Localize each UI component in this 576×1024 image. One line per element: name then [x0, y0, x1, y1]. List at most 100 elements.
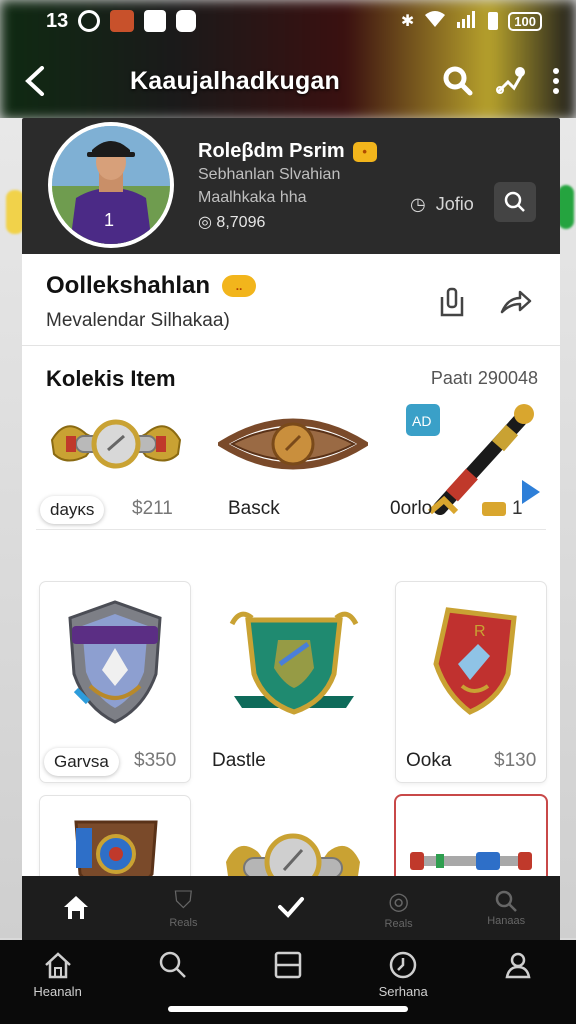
- item-tag[interactable]: Garvsa: [44, 748, 119, 776]
- home-icon: [63, 896, 88, 919]
- profile-line-2: Maalhkaka hha: [198, 189, 307, 206]
- nav-label: Serhana: [378, 984, 428, 999]
- profile-line-1: Sebhanlan Slvahian: [198, 166, 341, 183]
- back-arrow-icon: [25, 66, 44, 96]
- verified-badge-icon: •: [352, 141, 377, 162]
- back-button[interactable]: [0, 48, 70, 114]
- items-row: dayĸs $211 Basck AD 0orlo 1: [36, 400, 546, 530]
- tab-hanaas[interactable]: Hanaas: [461, 876, 551, 940]
- list-item[interactable]: Basck: [212, 400, 382, 530]
- window-icon: [274, 951, 302, 979]
- collection-subtitle: Mevalendar Silhakaa): [46, 310, 230, 331]
- stat-icon: ◎: [198, 214, 212, 231]
- items-header: Kolekis Item Paatı 290048: [22, 346, 560, 400]
- wifi-icon: [424, 10, 446, 33]
- tab-reals[interactable]: ⛉ Reals: [138, 876, 228, 940]
- clock-icon: [389, 951, 417, 979]
- profile-stat-value: 8,7096: [216, 214, 266, 231]
- cart-icon: ⛉: [174, 887, 193, 914]
- svg-text:1: 1: [104, 210, 114, 230]
- nav-window[interactable]: [243, 950, 333, 984]
- share-collection-button[interactable]: [496, 282, 536, 322]
- avatar-photo: 1: [52, 126, 170, 244]
- item-price: $211: [132, 498, 173, 519]
- nav-profile[interactable]: [473, 950, 563, 984]
- tab-label: Reals: [169, 917, 198, 929]
- items-count: Paatı 290048: [430, 368, 538, 388]
- search-icon: [443, 66, 473, 96]
- profile-search-button[interactable]: [494, 182, 536, 222]
- grid-item[interactable]: Dastle: [208, 582, 359, 782]
- tab-label: Reals: [384, 917, 413, 930]
- purple-shield-crest-icon: [68, 600, 162, 724]
- search-button[interactable]: [432, 55, 484, 107]
- search-icon: [504, 191, 525, 212]
- item-tag[interactable]: dayĸs: [40, 496, 105, 524]
- more-vertical-icon: [553, 68, 559, 94]
- profile-info-label: Jofio: [435, 194, 474, 214]
- tab-check[interactable]: [246, 876, 336, 940]
- item-price: $130: [494, 750, 537, 771]
- metal-rod-icon: [410, 852, 532, 870]
- profile-info-link[interactable]: ◷ Jofio: [410, 194, 474, 215]
- app-notification-icon: [110, 10, 135, 32]
- coin-icon: [482, 502, 506, 516]
- signal-bars-icon: [456, 10, 478, 33]
- nav-home[interactable]: Heanaln: [13, 950, 103, 999]
- item-name: Dastle: [212, 750, 266, 771]
- tab-home[interactable]: [31, 876, 121, 940]
- item-name: Basck: [228, 498, 280, 519]
- list-item[interactable]: dayĸs $211: [36, 400, 206, 530]
- search-icon: [495, 890, 518, 912]
- profile-icon: [505, 952, 531, 979]
- app-bar: Kaaujalhadkugan: [0, 48, 576, 114]
- gallery-notification-icon: [144, 10, 167, 32]
- background-right-panel: [558, 118, 576, 938]
- app-title: Kaaujalhadkugan: [130, 66, 340, 95]
- medal-icon: ◎: [388, 887, 410, 915]
- status-time: 13: [46, 9, 69, 32]
- item-price: $350: [134, 750, 177, 771]
- profile-header: 1 Roleβdm Psrim • Sebhanlan Slvahian Maa…: [22, 118, 560, 254]
- home-outline-icon: [44, 952, 71, 979]
- nav-serhana[interactable]: Serhana: [358, 950, 448, 999]
- bookmark-button[interactable]: [432, 282, 472, 322]
- background-green-tab: [558, 185, 574, 229]
- bronze-eye-amulet-icon: [218, 418, 368, 470]
- list-item[interactable]: AD 0orlo 1: [390, 400, 560, 530]
- nav-search[interactable]: [128, 950, 218, 984]
- profile-stat: ◎ 8,7096: [198, 212, 265, 232]
- share-arrow-icon: [500, 290, 532, 314]
- collection-header: Oollekshahlan .. Mevalendar Silhakaa): [22, 254, 560, 346]
- item-name: 0orlo: [390, 498, 433, 519]
- more-button[interactable]: [536, 55, 576, 107]
- item-name: Ooka: [406, 750, 452, 771]
- check-icon: [277, 897, 304, 918]
- battery-level-icon: [488, 12, 499, 30]
- collection-title-row: Oollekshahlan ..: [46, 272, 257, 300]
- items-title: Kolekis Item: [46, 366, 176, 391]
- screen: 13 ✱ 100 Kaaujalhadkugan 1 Roleβdm Psrim…: [0, 0, 576, 1024]
- home-indicator[interactable]: [168, 1006, 408, 1012]
- grid-item[interactable]: Garvsa $350: [40, 582, 190, 782]
- status-bar: 13 ✱ 100: [0, 0, 576, 42]
- avatar[interactable]: 1: [48, 122, 174, 248]
- message-notification-icon: [176, 10, 197, 32]
- tab-label: Hanaas: [487, 915, 526, 927]
- share-icon: [496, 67, 525, 94]
- green-gold-emblem-icon: [229, 611, 359, 715]
- item-price: 1: [512, 498, 523, 519]
- collection-title: Oollekshahlan: [46, 272, 211, 299]
- grid-item[interactable]: R Ooka $130: [396, 582, 546, 782]
- collection-badge: ..: [222, 275, 257, 297]
- nav-label: Heanaln: [33, 984, 82, 999]
- dialog-tab-bar: ⛉ Reals ◎ Reals Hanaas: [22, 876, 560, 940]
- share-button[interactable]: [484, 55, 536, 107]
- notification-circle-icon: [78, 10, 101, 32]
- tab-reals-medal[interactable]: ◎ Reals: [354, 876, 444, 940]
- battery-percent: 100: [508, 11, 542, 31]
- bookmark-icon: [440, 287, 464, 317]
- winged-silver-badge-icon: [50, 419, 182, 469]
- status-right: ✱ 100: [401, 10, 542, 33]
- red-shield-emblem-icon: R: [433, 607, 517, 715]
